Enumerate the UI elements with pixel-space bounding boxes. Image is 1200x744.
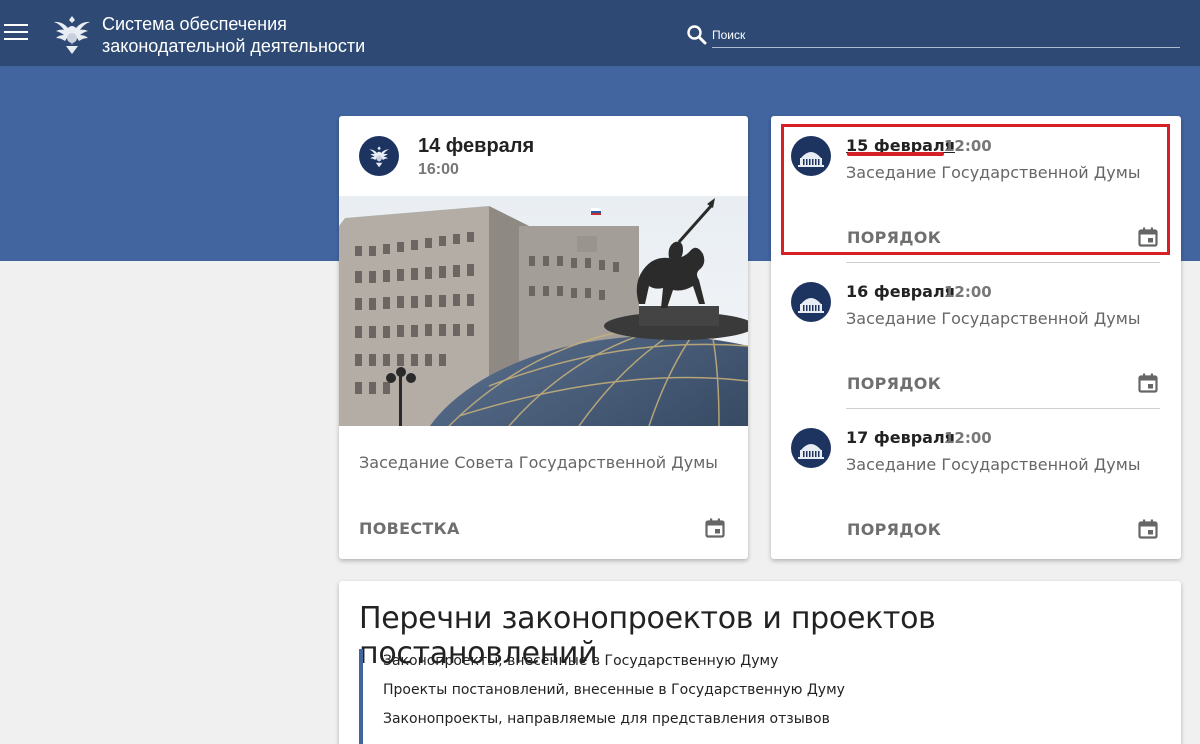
- emblem-avatar-icon: [359, 136, 399, 176]
- calendar-icon[interactable]: [705, 518, 725, 538]
- agenda-button[interactable]: ПОВЕСТКА: [359, 519, 460, 538]
- event-date[interactable]: 17 февраля: [846, 428, 955, 447]
- council-time: 16:00: [418, 161, 459, 178]
- list-link-bills[interactable]: Законопроекты, внесенные в Государственн…: [383, 653, 778, 669]
- menu-icon[interactable]: [4, 24, 28, 44]
- search-input[interactable]: [712, 22, 1180, 48]
- brand-title-line1: Система обеспечения: [102, 14, 287, 34]
- top-bar: Система обеспечения законодательной деят…: [0, 0, 1200, 66]
- annotation-underline: [847, 152, 944, 156]
- event-time: 12:00: [944, 429, 992, 447]
- duma-building-photo: [339, 196, 748, 426]
- list-link-resolutions[interactable]: Проекты постановлений, внесенные в Госуд…: [383, 682, 845, 698]
- calendar-icon[interactable]: [1138, 519, 1158, 539]
- divider: [846, 408, 1160, 409]
- duma-building-icon: [791, 428, 831, 468]
- lists-accent-bar: [359, 649, 363, 744]
- council-description: Заседание Совета Государственной Думы: [359, 453, 718, 472]
- event-date[interactable]: 16 февраля: [846, 282, 955, 301]
- bill-lists-card: Перечни законопроектов и проектов постан…: [339, 581, 1181, 744]
- annotation-highlight-box: [781, 124, 1170, 255]
- search-icon[interactable]: [686, 24, 708, 46]
- order-button[interactable]: ПОРЯДОК: [847, 374, 941, 393]
- brand-title[interactable]: Система обеспечения законодательной деят…: [102, 13, 365, 57]
- council-date: 14 февраля: [418, 135, 535, 157]
- divider: [846, 262, 1160, 263]
- event-description: Заседание Государственной Думы: [846, 309, 1141, 328]
- brand-title-line2: законодательной деятельности: [102, 36, 366, 56]
- list-link-feedback-bills[interactable]: Законопроекты, направляемые для представ…: [383, 711, 830, 727]
- event-description: Заседание Государственной Думы: [846, 455, 1141, 474]
- event-time: 12:00: [944, 283, 992, 301]
- council-meeting-card: 14 февраля 16:00 Заседание Совета Госуда…: [339, 116, 748, 559]
- duma-building-icon: [791, 282, 831, 322]
- emblem-icon[interactable]: [50, 10, 94, 56]
- calendar-icon[interactable]: [1138, 373, 1158, 393]
- order-button[interactable]: ПОРЯДОК: [847, 520, 941, 539]
